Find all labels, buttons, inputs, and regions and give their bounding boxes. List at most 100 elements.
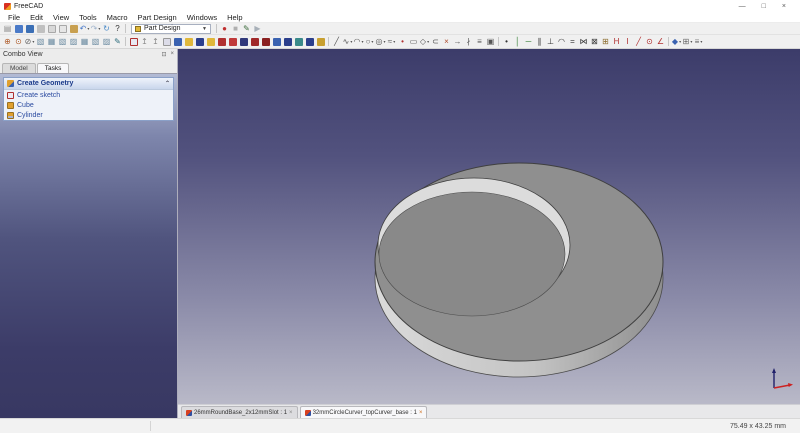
toggle-driving-constraint-button[interactable]: ◆ ▾: [672, 36, 682, 48]
menu-windows[interactable]: Windows: [182, 13, 222, 22]
create-polyline-dropdown-icon[interactable]: ▾: [350, 39, 352, 44]
tab-model[interactable]: Model: [2, 63, 36, 73]
undo-dropdown-icon[interactable]: ▾: [87, 26, 89, 31]
thickness-button[interactable]: [305, 36, 315, 48]
create-circle-dropdown-icon[interactable]: ▾: [371, 39, 373, 44]
measure-button[interactable]: ✎: [113, 36, 123, 48]
create-geometry-header[interactable]: Create Geometry ⌃: [4, 78, 173, 90]
view-rear-button[interactable]: ▦: [80, 36, 90, 48]
menu-part-design[interactable]: Part Design: [133, 13, 182, 22]
create-arc-button[interactable]: ◠ ▾: [354, 36, 364, 48]
print-button[interactable]: [36, 23, 46, 35]
view-front-button[interactable]: ▦: [47, 36, 57, 48]
document-tab-2[interactable]: 32mmCircleCurver_topCurver_base : 1 ×: [299, 406, 428, 418]
snap-options-button[interactable]: ⊞ ▾: [683, 36, 693, 48]
view-right-button[interactable]: ▨: [69, 36, 79, 48]
redo-button[interactable]: ↷ ▾: [91, 23, 101, 35]
create-conic-button[interactable]: ◎ ▾: [376, 36, 386, 48]
refresh-button[interactable]: ↻: [102, 23, 112, 35]
polar-pattern-button[interactable]: [250, 36, 260, 48]
create-arc-dropdown-icon[interactable]: ▾: [361, 39, 363, 44]
groove-button[interactable]: [217, 36, 227, 48]
constrain-perpendicular-button[interactable]: ⊥: [546, 36, 556, 48]
menu-tools[interactable]: Tools: [74, 13, 102, 22]
constrain-block-button[interactable]: ⊠: [590, 36, 600, 48]
create-polygon-dropdown-icon[interactable]: ▾: [427, 39, 429, 44]
create-bspline-button[interactable]: ≈ ▾: [387, 36, 397, 48]
chamfer-button[interactable]: [283, 36, 293, 48]
macro-execute-button[interactable]: ▶: [253, 23, 263, 35]
hole-button[interactable]: [228, 36, 238, 48]
close-panel-icon[interactable]: ×: [170, 51, 174, 58]
external-geometry-button[interactable]: ≡: [475, 36, 485, 48]
menu-file[interactable]: File: [3, 13, 25, 22]
constrain-tangent-button[interactable]: ◠: [557, 36, 567, 48]
menu-macro[interactable]: Macro: [102, 13, 133, 22]
create-conic-dropdown-icon[interactable]: ▾: [383, 39, 385, 44]
create-point-button[interactable]: •: [398, 36, 408, 48]
maximize-button[interactable]: □: [762, 3, 766, 10]
3d-model-disc[interactable]: [178, 49, 799, 404]
open-file-button[interactable]: [14, 23, 24, 35]
undo-button[interactable]: ↶ ▾: [80, 23, 90, 35]
task-item-sketch[interactable]: Create sketch: [4, 90, 173, 100]
constrain-coincident-button[interactable]: •: [502, 36, 512, 48]
boolean-operation-button[interactable]: [316, 36, 326, 48]
float-panel-icon[interactable]: ⊡: [161, 51, 166, 58]
cut-button[interactable]: [47, 23, 57, 35]
copy-button[interactable]: [58, 23, 68, 35]
create-rectangle-button[interactable]: ▭: [409, 36, 419, 48]
collapse-chevron-icon[interactable]: ⌃: [165, 80, 170, 87]
whats-this-button[interactable]: ?: [113, 23, 123, 35]
view-top-button[interactable]: ▧: [58, 36, 68, 48]
carbon-copy-button[interactable]: ▣: [486, 36, 496, 48]
create-polyline-button[interactable]: ∿ ▾: [343, 36, 353, 48]
task-item-cube[interactable]: Cube: [4, 100, 173, 110]
3d-viewport[interactable]: [178, 49, 800, 404]
constrain-distance-button[interactable]: ╱: [634, 36, 644, 48]
split-edge-button[interactable]: ∤: [464, 36, 474, 48]
linear-pattern-button[interactable]: [239, 36, 249, 48]
create-line-button[interactable]: ╱: [332, 36, 342, 48]
constrain-radius-button[interactable]: ⊙: [645, 36, 655, 48]
snap-options-dropdown-icon[interactable]: ▾: [690, 39, 692, 44]
new-file-button[interactable]: ▤: [3, 23, 13, 35]
tab-tasks[interactable]: Tasks: [36, 63, 70, 73]
minimize-button[interactable]: —: [739, 3, 746, 10]
redo-dropdown-icon[interactable]: ▾: [98, 26, 100, 31]
workbench-selector[interactable]: Part Design ▼: [131, 23, 211, 34]
close-tab-icon[interactable]: ×: [289, 410, 293, 416]
macro-record-button[interactable]: ●: [220, 23, 230, 35]
draw-style-button[interactable]: ⊘ ▾: [25, 36, 35, 48]
constrain-angle-button[interactable]: ∠: [656, 36, 666, 48]
menu-help[interactable]: Help: [222, 13, 247, 22]
constrain-symmetric-button[interactable]: ⋈: [579, 36, 589, 48]
close-button[interactable]: ×: [782, 3, 786, 10]
edit-sketch-button[interactable]: ↥: [140, 36, 150, 48]
close-tab-icon[interactable]: ×: [419, 410, 423, 416]
create-sketch-button[interactable]: [129, 36, 139, 48]
constrain-equal-button[interactable]: =: [568, 36, 578, 48]
view-bottom-button[interactable]: ▧: [91, 36, 101, 48]
toggle-driving-constraint-dropdown-icon[interactable]: ▾: [679, 39, 681, 44]
menu-view[interactable]: View: [48, 13, 74, 22]
document-tab-1[interactable]: 26mmRoundBase_2x12mmSlot : 1 ×: [181, 406, 298, 418]
fillet-button[interactable]: [272, 36, 282, 48]
create-circle-button[interactable]: ○ ▾: [365, 36, 375, 48]
constrain-vertical-distance-button[interactable]: I: [623, 36, 633, 48]
rendering-order-dropdown-icon[interactable]: ▾: [700, 39, 702, 44]
constrain-lock-button[interactable]: ⊞: [601, 36, 611, 48]
validate-sketch-button[interactable]: [162, 36, 172, 48]
fit-all-button[interactable]: ⊕: [3, 36, 13, 48]
create-body-button[interactable]: [173, 36, 183, 48]
constrain-horizontal-button[interactable]: ─: [524, 36, 534, 48]
create-polygon-button[interactable]: ◇ ▾: [420, 36, 430, 48]
task-item-cylinder[interactable]: Cylinder: [4, 110, 173, 120]
draw-style-dropdown-icon[interactable]: ▾: [32, 39, 34, 44]
pad-button[interactable]: [184, 36, 194, 48]
map-sketch-to-face-button[interactable]: ↥: [151, 36, 161, 48]
draft-button[interactable]: [294, 36, 304, 48]
mirrored-button[interactable]: [261, 36, 271, 48]
extend-edge-button[interactable]: →: [453, 36, 463, 48]
trim-edge-button[interactable]: ×: [442, 36, 452, 48]
